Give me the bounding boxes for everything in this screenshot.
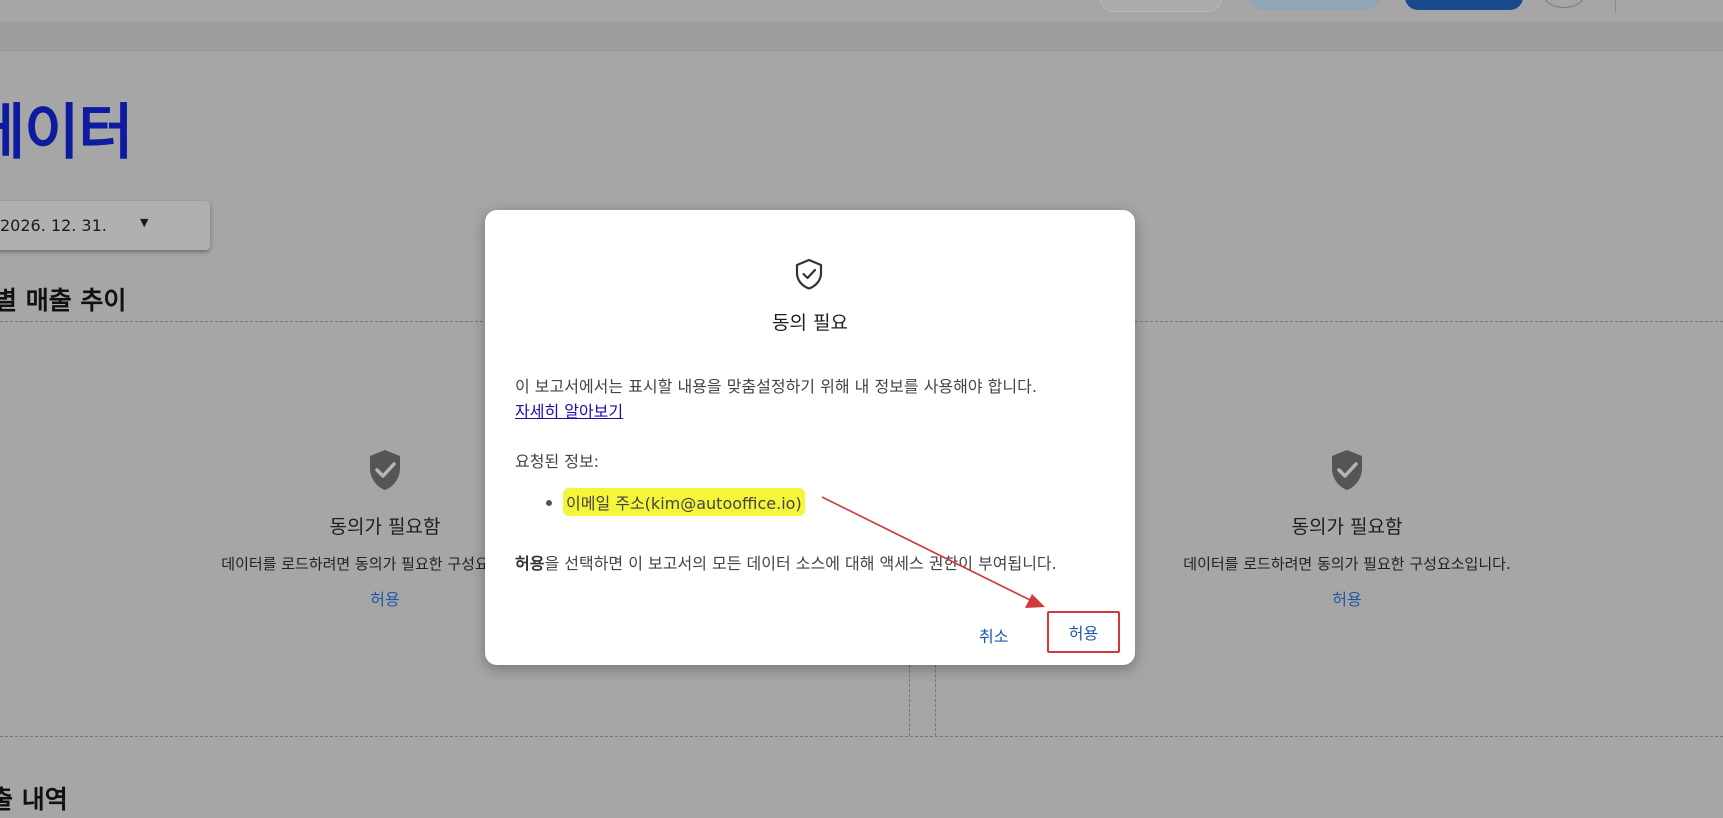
consent-required-card: 동의가 필요함 데이터를 로드하려면 동의가 필요한 구성요소입니다. 허용 (1147, 448, 1547, 610)
cancel-button[interactable]: 취소 (973, 622, 1014, 648)
toolbar-divider (1615, 0, 1616, 12)
toolbar-pill-button[interactable] (1100, 0, 1222, 12)
date-range-dropdown[interactable]: 2026. 12. 31. ▼ (0, 201, 210, 250)
chart-frame-bottom (0, 736, 1723, 737)
dialog-body-text: 이 보고서에서는 표시할 내용을 맞춤설정하기 위해 내 정보를 사용해야 합니… (515, 377, 1037, 396)
card-allow-link[interactable]: 허용 (1147, 586, 1547, 610)
consent-note-text: 을 선택하면 이 보고서의 모든 데이터 소스에 대해 액세스 권한이 부여됩니… (544, 554, 1057, 573)
requested-info-email: 이메일 주소(kim@autooffice.io) (563, 488, 805, 516)
shield-check-icon (370, 450, 400, 490)
account-avatar[interactable] (1543, 0, 1585, 8)
card-description: 데이터를 로드하려면 동의가 필요한 구성요소입니다. (1183, 555, 1511, 573)
section-title-sales-trend: 별 매출 추이 (0, 286, 127, 315)
section-title-sales-details: 출 내역 (0, 785, 68, 814)
consent-note-bold: 허용 (515, 554, 545, 573)
consent-dialog: 동의 필요 이 보고서에서는 표시할 내용을 맞춤설정하기 위해 내 정보를 사… (485, 210, 1135, 665)
page-title: 데이터 (0, 98, 134, 168)
toolbar-share-button[interactable] (1250, 0, 1380, 10)
caret-down-icon: ▼ (140, 216, 149, 229)
secondary-toolbar (0, 23, 1723, 51)
dialog-title: 동의 필요 (772, 312, 848, 334)
shield-check-icon (1332, 450, 1362, 490)
consent-note: 허용을 선택하면 이 보고서의 모든 데이터 소스에 대해 액세스 권한이 부여… (515, 550, 1057, 574)
date-range-value: 2026. 12. 31. (0, 216, 107, 235)
toolbar-primary-button[interactable] (1405, 0, 1523, 10)
requested-info-label: 요청된 정보: (515, 452, 600, 471)
shield-check-outline-icon (795, 258, 823, 290)
list-bullet (546, 500, 552, 506)
card-title: 동의가 필요함 (1291, 516, 1403, 538)
allow-button[interactable]: 허용 (1047, 611, 1120, 653)
learn-more-link[interactable]: 자세히 알아보기 (515, 398, 623, 422)
top-app-bar (0, 0, 1723, 23)
